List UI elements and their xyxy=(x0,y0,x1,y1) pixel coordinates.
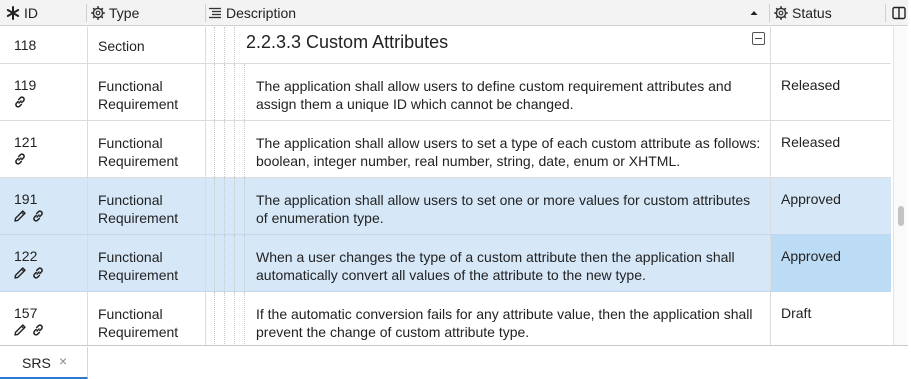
section-title: 2.2.3.3 Custom Attributes xyxy=(246,32,449,52)
column-chooser-icon[interactable] xyxy=(892,0,906,26)
collapse-section-icon[interactable] xyxy=(752,32,765,45)
pencil-icon[interactable] xyxy=(13,209,27,223)
table-row-section[interactable]: 118 Section 2.2.3.3 Custom Attributes xyxy=(0,27,891,64)
column-header-type-label: Type xyxy=(109,5,140,21)
column-header-type[interactable]: Type xyxy=(91,0,139,26)
row-id: 118 xyxy=(14,37,37,53)
requirements-grid: ID Type Description Status 118 Section 2… xyxy=(0,0,908,346)
close-icon[interactable]: × xyxy=(59,353,67,369)
row-id: 191 xyxy=(14,191,38,207)
row-description[interactable]: If the automatic conversion fails for an… xyxy=(256,305,764,341)
link-icon[interactable] xyxy=(31,266,45,280)
pencil-icon[interactable] xyxy=(13,266,27,280)
column-divider[interactable] xyxy=(205,4,206,22)
row-status[interactable]: Released xyxy=(781,134,840,150)
column-divider[interactable] xyxy=(769,4,770,22)
row-status[interactable]: Approved xyxy=(781,248,841,264)
asterisk-icon xyxy=(6,6,20,20)
row-type: Functional Requirement xyxy=(98,78,179,112)
row-id: 119 xyxy=(14,77,37,93)
column-divider[interactable] xyxy=(86,4,87,22)
vertical-scrollbar[interactable] xyxy=(893,27,907,345)
row-type: Functional Requirement xyxy=(98,306,179,340)
row-description[interactable]: The application shall allow users to set… xyxy=(256,191,764,227)
table-row[interactable]: 121 Functional Requirement The application … xyxy=(0,121,891,178)
row-id: 157 xyxy=(14,305,38,321)
row-description[interactable]: The application shall allow users to def… xyxy=(256,77,764,113)
scrollbar-thumb[interactable] xyxy=(898,206,904,226)
row-status[interactable]: Approved xyxy=(781,191,841,207)
table-row[interactable]: 119 Functional Requirement The application … xyxy=(0,64,891,121)
row-description[interactable]: The application shall allow users to set… xyxy=(256,134,764,170)
column-header-status[interactable]: Status xyxy=(774,0,832,26)
column-divider[interactable] xyxy=(885,4,886,22)
column-header-id-label: ID xyxy=(24,5,38,21)
link-icon[interactable] xyxy=(13,152,27,166)
row-type: Functional Requirement xyxy=(98,135,179,169)
row-type: Section xyxy=(98,38,145,54)
tab-srs[interactable]: SRS × xyxy=(0,347,88,379)
table-row[interactable]: 157 Functional Requirement If the automatic… xyxy=(0,292,891,345)
pencil-icon[interactable] xyxy=(13,323,27,337)
table-row[interactable]: 122 Functional Requirement When a user chan… xyxy=(0,235,891,292)
table-row[interactable]: 191 Functional Requirement The application … xyxy=(0,178,891,235)
row-id: 121 xyxy=(14,134,38,150)
column-header-description[interactable]: Description xyxy=(208,0,296,26)
row-status[interactable]: Released xyxy=(781,77,840,93)
row-type: Functional Requirement xyxy=(98,192,179,226)
document-tab-bar: SRS × xyxy=(0,347,911,379)
column-header-description-label: Description xyxy=(226,5,297,21)
column-header-status-label: Status xyxy=(792,5,832,21)
row-type: Functional Requirement xyxy=(98,249,179,283)
column-header-id[interactable]: ID xyxy=(6,0,38,26)
row-id: 122 xyxy=(14,248,38,264)
text-lines-icon xyxy=(208,6,222,20)
link-icon[interactable] xyxy=(31,323,45,337)
row-description[interactable]: When a user changes the type of a custom… xyxy=(256,248,764,284)
grid-header: ID Type Description Status xyxy=(0,0,908,26)
gear-icon xyxy=(774,6,788,20)
link-icon[interactable] xyxy=(31,209,45,223)
tab-srs-label: SRS xyxy=(22,355,51,371)
row-status[interactable]: Draft xyxy=(781,305,811,321)
gear-icon xyxy=(91,6,105,20)
sort-ascending-icon[interactable] xyxy=(749,0,759,26)
link-icon[interactable] xyxy=(13,95,27,109)
